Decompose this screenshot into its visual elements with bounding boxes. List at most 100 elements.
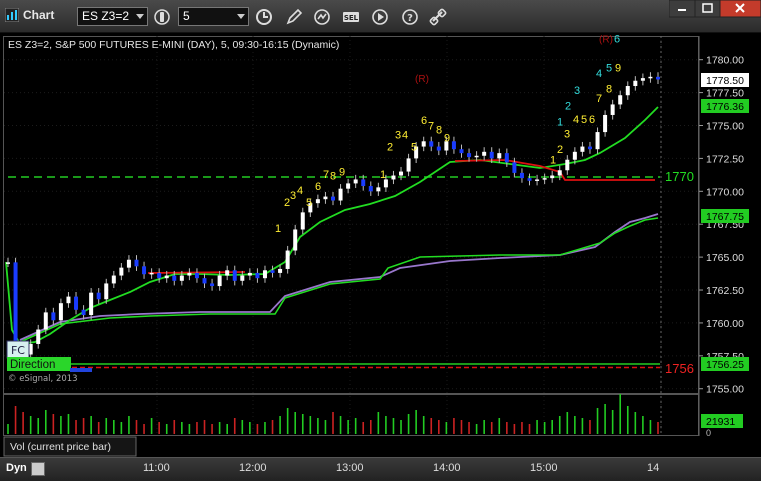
candle-body: [202, 278, 207, 284]
count-label: 1: [275, 223, 281, 235]
candle-body: [640, 78, 645, 81]
candle-body: [36, 329, 41, 344]
volume-bar: [445, 422, 448, 434]
volume-bar: [506, 422, 508, 434]
chart-app-icon: [5, 8, 19, 22]
candle-body: [391, 175, 396, 180]
volume-bar: [165, 424, 168, 434]
volume-bar: [226, 424, 228, 434]
volume-bar: [521, 422, 523, 434]
volume-bar: [75, 420, 77, 434]
candle-body: [172, 275, 177, 281]
volume-bar: [196, 422, 198, 434]
volume-bar: [301, 414, 304, 434]
count-label: 4: [573, 114, 579, 126]
count-label: 7: [428, 120, 434, 132]
symbol-link-button[interactable]: [152, 7, 172, 27]
candle-body: [149, 272, 154, 275]
candle-body: [126, 259, 131, 268]
last-price-tag: 1778.50: [701, 73, 749, 87]
candle-body: [89, 292, 94, 316]
volume-bar: [181, 422, 183, 434]
volume-bar: [135, 420, 138, 434]
window-title: Chart: [23, 8, 55, 22]
volume-bar: [566, 412, 569, 434]
volume-bar: [44, 410, 47, 434]
ma-fast-tag: 1776.36: [701, 99, 749, 113]
volume-bar: [233, 418, 236, 434]
volume-bar: [558, 416, 561, 434]
candle-body: [43, 312, 48, 330]
volume-bar: [120, 422, 123, 434]
pencil-icon: [286, 8, 303, 25]
count-label: 8: [606, 84, 612, 96]
volume-bar: [498, 418, 501, 434]
volume-bar: [619, 394, 622, 434]
volume-bar: [574, 416, 576, 434]
volume-bar: [128, 416, 130, 434]
volume-bar: [82, 418, 85, 434]
candle-body: [142, 266, 147, 275]
blue-marker: [70, 368, 92, 372]
maximize-button[interactable]: [694, 0, 721, 18]
link-window-button[interactable]: [428, 7, 448, 27]
chain-link-icon: [429, 8, 447, 26]
volume-bar: [551, 420, 553, 434]
help-button[interactable]: ?: [400, 7, 420, 27]
volume-bar: [67, 414, 70, 434]
count-label: 6: [614, 34, 620, 46]
volume-bar: [309, 416, 312, 434]
volume-bar: [286, 408, 289, 434]
volume-bar: [264, 422, 266, 434]
candle-body: [164, 275, 169, 279]
candle-body: [648, 76, 653, 79]
interval-clock-button[interactable]: [254, 7, 274, 27]
volume-bar: [203, 420, 206, 434]
volume-bar: [324, 420, 327, 434]
volume-bar: [143, 424, 145, 434]
candle-body: [217, 275, 222, 287]
chevron-down-icon[interactable]: [136, 14, 144, 19]
candle-body: [66, 296, 71, 304]
time-tick-label: 12:00: [239, 462, 267, 474]
direction-label: Direction: [10, 359, 55, 371]
time-tick-label: 14: [647, 462, 660, 474]
candle-body: [187, 272, 192, 276]
candle-body: [406, 158, 411, 172]
volume-bar: [407, 414, 410, 434]
draw-tool-button[interactable]: [284, 7, 304, 27]
candle-body: [331, 196, 335, 201]
interval-input[interactable]: 5: [178, 7, 249, 26]
candle-body: [300, 212, 305, 230]
price-tick-label: 1762.50: [706, 285, 744, 297]
count-label: 4: [402, 130, 408, 142]
symbol-input[interactable]: ES Z3=2: [77, 7, 148, 26]
volume-bar: [490, 422, 493, 434]
count-label: 3: [395, 130, 401, 142]
dyn-settings-icon[interactable]: [31, 462, 45, 476]
candle-body: [74, 296, 79, 310]
minimize-button[interactable]: [669, 0, 696, 18]
chevron-down-icon[interactable]: [237, 14, 245, 19]
volume-bar: [52, 414, 55, 434]
candle-body: [436, 146, 441, 151]
price-tick-label: 1770.00: [706, 186, 744, 198]
candle-body: [157, 272, 162, 279]
chart-header: ES Z3=2, S&P 500 FUTURES E-MINI (DAY), 5…: [8, 39, 339, 51]
play-button[interactable]: [370, 7, 390, 27]
candle-body: [278, 268, 283, 273]
count-label: 6: [589, 114, 595, 126]
volume-bar: [37, 418, 40, 434]
candle-body: [210, 283, 215, 287]
volume-study-label: Vol (current price bar): [10, 441, 111, 453]
count-label: 5: [306, 197, 312, 209]
price-chart[interactable]: ES Z3=2, S&P 500 FUTURES E-MINI (DAY), 5…: [0, 33, 761, 457]
volume-bar: [173, 420, 176, 434]
price-tick-label: 1755.00: [706, 384, 744, 396]
candle-body: [111, 275, 116, 284]
time-axis-bar[interactable]: Dyn 11:00 12:00 13:00 14:00 15:00 14: [0, 457, 761, 481]
candle-body: [96, 292, 101, 300]
volume-bar: [483, 420, 485, 434]
refresh-button[interactable]: [312, 7, 332, 27]
chart-type-button[interactable]: SEL: [341, 7, 361, 27]
